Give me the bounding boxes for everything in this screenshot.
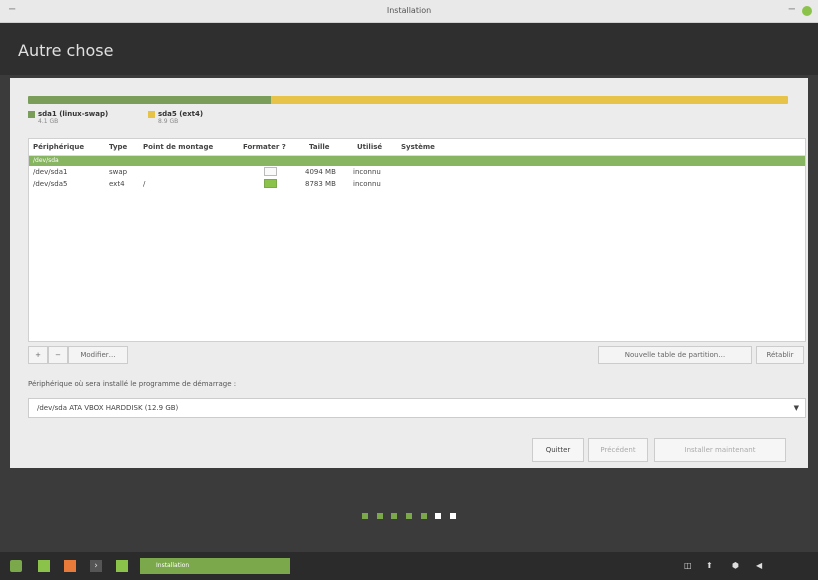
- remove-partition-button[interactable]: −: [48, 346, 68, 364]
- cell-used: inconnu: [353, 180, 381, 188]
- new-partition-table-button[interactable]: Nouvelle table de partition…: [598, 346, 752, 364]
- step-dot: [406, 513, 412, 519]
- cell-type: swap: [109, 168, 128, 176]
- files-icon[interactable]: [116, 560, 128, 572]
- column-header[interactable]: Type: [105, 143, 139, 151]
- back-button[interactable]: Précédent: [588, 438, 648, 462]
- main-panel: sda1 (linux-swap) 4.1 GB sda5 (ext4) 8.9…: [10, 78, 808, 468]
- window-title: Installation: [386, 6, 432, 15]
- boot-device-label: Périphérique où sera installé le program…: [28, 380, 237, 388]
- cell-type: ext4: [109, 180, 125, 188]
- step-dot: [420, 513, 427, 519]
- table-header: Périphérique Type Point de montage Forma…: [29, 139, 805, 156]
- column-header[interactable]: Taille: [305, 143, 353, 151]
- legend-label: sda1 (linux-swap): [38, 110, 109, 118]
- page-title: Autre chose: [18, 41, 114, 60]
- ext4-color-swatch: [148, 110, 155, 118]
- cell-device: /dev/sda1: [33, 168, 68, 176]
- partition-table: Périphérique Type Point de montage Forma…: [28, 138, 806, 342]
- chevron-down-icon: ▼: [793, 404, 799, 412]
- cell-format: [239, 178, 301, 190]
- table-group-row[interactable]: /dev/sda: [29, 156, 805, 166]
- table-row[interactable]: /dev/sda1 swap 4094 MB inconnu: [29, 166, 805, 178]
- cell-mount: /: [143, 180, 146, 188]
- revert-button[interactable]: Rétablir: [756, 346, 804, 364]
- legend-label: sda5 (ext4): [158, 110, 204, 118]
- column-header[interactable]: Système: [397, 143, 461, 151]
- column-header[interactable]: Point de montage: [139, 143, 239, 151]
- partition-bar: [28, 96, 788, 104]
- legend-size: 4.1 GB: [38, 118, 59, 125]
- minimize-icon[interactable]: −: [788, 4, 796, 15]
- modify-partition-button[interactable]: Modifier…: [68, 346, 128, 364]
- firefox-icon[interactable]: [64, 560, 76, 572]
- show-desktop-icon[interactable]: [38, 560, 50, 572]
- column-header[interactable]: Formater ?: [239, 143, 305, 151]
- swap-color-swatch: [28, 110, 35, 118]
- step-progress: [0, 512, 818, 521]
- mint-menu-icon[interactable]: [10, 560, 22, 572]
- network-icon[interactable]: ◫: [684, 561, 692, 570]
- add-partition-button[interactable]: +: [28, 346, 48, 364]
- page-header: Autre chose: [0, 23, 818, 75]
- legend-item-swap: sda1 (linux-swap) 4.1 GB: [28, 110, 108, 125]
- update-icon[interactable]: ⬆: [706, 561, 713, 570]
- format-checkbox[interactable]: [263, 166, 277, 176]
- column-header[interactable]: Périphérique: [29, 143, 105, 151]
- window-titlebar: − Installation −: [0, 0, 818, 23]
- taskbar: › Installation ◫ ⬆ ⬢ ◀: [0, 552, 818, 580]
- column-header[interactable]: Utilisé: [353, 143, 397, 151]
- step-dot: [449, 513, 456, 519]
- boot-device-value: /dev/sda ATA VBOX HARDDISK (12.9 GB): [37, 404, 179, 412]
- install-now-button[interactable]: Installer maintenant: [654, 438, 786, 462]
- cell-device: /dev/sda5: [33, 180, 68, 188]
- cell-size: 4094 MB: [305, 168, 336, 176]
- cell-size: 8783 MB: [305, 180, 336, 188]
- quit-button[interactable]: Quitter: [532, 438, 584, 462]
- partition-toolbar: + − Modifier… Nouvelle table de partitio…: [28, 346, 804, 364]
- terminal-icon[interactable]: ›: [90, 560, 102, 572]
- format-checkbox[interactable]: [263, 178, 277, 188]
- step-dot-current: [435, 513, 442, 519]
- volume-icon[interactable]: ◀: [756, 561, 762, 570]
- close-icon[interactable]: [802, 6, 812, 16]
- cell-used: inconnu: [353, 168, 381, 176]
- step-dot: [391, 513, 398, 519]
- table-row[interactable]: /dev/sda5 ext4 / 8783 MB inconnu: [29, 178, 805, 190]
- cell-format: [239, 166, 301, 178]
- taskbar-app-installation[interactable]: Installation: [140, 558, 290, 574]
- legend-item-ext4: sda5 (ext4) 8.9 GB: [148, 110, 203, 125]
- boot-device-select[interactable]: /dev/sda ATA VBOX HARDDISK (12.9 GB) ▼: [28, 398, 806, 418]
- legend-size: 8.9 GB: [158, 118, 179, 125]
- shield-icon[interactable]: ⬢: [732, 561, 739, 570]
- step-dot: [376, 513, 383, 519]
- step-dot: [362, 513, 369, 519]
